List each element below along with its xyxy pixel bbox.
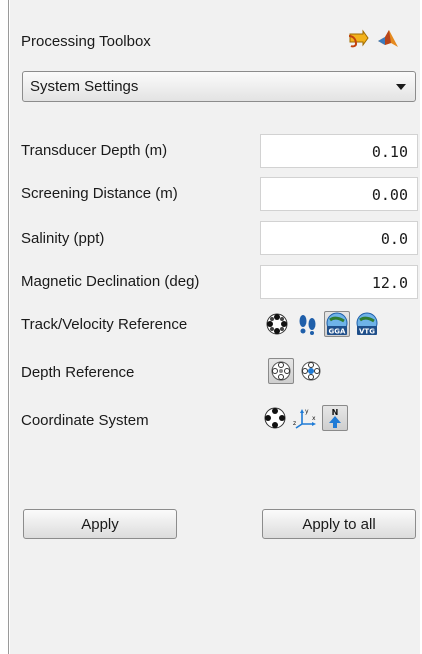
svg-text:x: x xyxy=(312,415,316,422)
svg-text:VTG: VTG xyxy=(359,328,375,336)
salinity-input[interactable]: 0.0 xyxy=(260,221,418,255)
apply-to-all-button[interactable]: Apply to all xyxy=(262,509,416,539)
track-velocity-reference-label: Track/Velocity Reference xyxy=(21,316,188,333)
north-arrow-icon: N xyxy=(329,408,341,428)
panel-title: Processing Toolbox xyxy=(21,33,151,50)
beam-coords-button[interactable] xyxy=(262,405,288,431)
beam-depth-button[interactable] xyxy=(268,358,294,384)
magnetic-declination-input[interactable]: 12.0 xyxy=(260,265,418,299)
apply-button[interactable]: Apply xyxy=(23,509,177,539)
magnetic-declination-label: Magnetic Declination (deg) xyxy=(21,273,200,290)
coordinate-system-options: y x z N xyxy=(262,405,348,431)
screening-distance-input[interactable]: 0.00 xyxy=(260,177,418,211)
transducer-depth-label: Transducer Depth (m) xyxy=(21,142,168,159)
footprints-icon[interactable] xyxy=(294,311,320,337)
matlab-icon[interactable] xyxy=(377,27,399,49)
track-reference-options: GGA VTG xyxy=(264,311,380,337)
beam-coords-icon xyxy=(264,407,286,429)
gga-icon: GGA xyxy=(326,312,348,336)
salinity-label: Salinity (ppt) xyxy=(21,230,105,247)
beam-depth-icon xyxy=(271,361,291,381)
vertical-beam-button[interactable] xyxy=(298,358,324,384)
svg-text:z: z xyxy=(293,420,296,427)
north-arrow-button[interactable]: N xyxy=(322,405,348,431)
xyz-axes-icon: y x z xyxy=(293,408,316,429)
gga-option-button[interactable]: GGA xyxy=(324,311,350,337)
chevron-down-icon xyxy=(396,84,406,90)
vtg-option-button[interactable]: VTG xyxy=(354,311,380,337)
vtg-icon: VTG xyxy=(356,312,378,336)
processing-toolbox-panel: Processing Toolbox System Settings Trans… xyxy=(10,0,420,654)
bottom-track-icon[interactable] xyxy=(264,311,290,337)
panel-divider xyxy=(8,0,9,654)
depth-reference-label: Depth Reference xyxy=(21,364,135,381)
xyz-axes-button[interactable]: y x z xyxy=(292,405,318,431)
transducer-depth-input[interactable]: 0.10 xyxy=(260,134,418,168)
settings-dropdown-value: System Settings xyxy=(30,78,139,95)
export-icon[interactable] xyxy=(347,27,369,49)
header-icons xyxy=(347,27,399,49)
svg-text:GGA: GGA xyxy=(329,328,346,336)
vertical-beam-icon xyxy=(301,361,321,381)
settings-dropdown[interactable]: System Settings xyxy=(22,71,416,102)
svg-text:N: N xyxy=(332,408,339,417)
coordinate-system-label: Coordinate System xyxy=(21,412,149,429)
depth-reference-options xyxy=(268,358,324,384)
svg-text:y: y xyxy=(305,408,309,415)
screening-distance-label: Screening Distance (m) xyxy=(21,185,178,202)
